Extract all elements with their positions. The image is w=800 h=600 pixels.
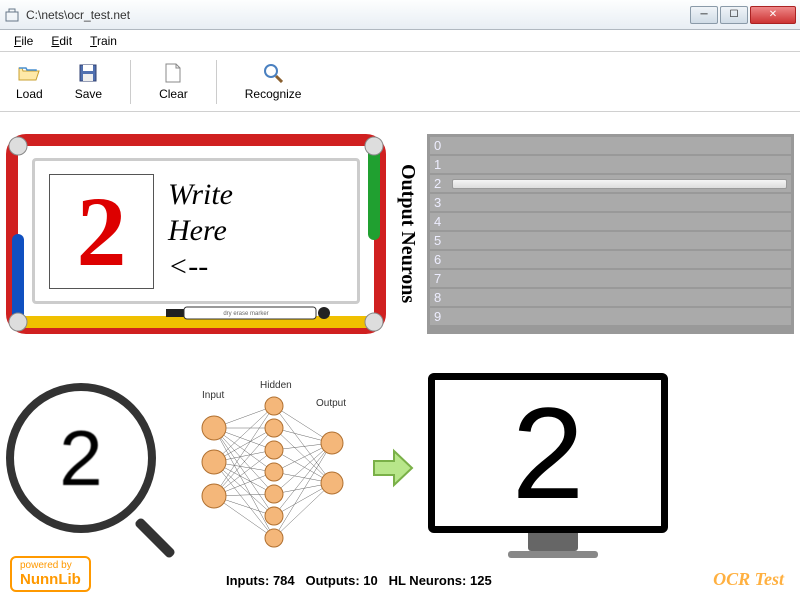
toolbar-separator [130,60,131,104]
neuron-bar [452,293,787,303]
write-here-hint: Write Here <-- [168,177,233,285]
maximize-button[interactable]: ☐ [720,6,748,24]
neuron-bar [452,160,787,170]
neuron-bar [452,141,787,151]
neuron-bar [452,236,787,246]
ocr-test-label: OCR Test [713,569,784,590]
neuron-label: 8 [434,290,446,305]
clear-button[interactable]: Clear [155,59,192,105]
neuron-label: 5 [434,233,446,248]
neuron-bar [452,217,787,227]
menu-train[interactable]: Train [82,32,125,50]
neuron-label: 2 [434,176,446,191]
minimize-button[interactable]: ─ [690,6,718,24]
neuron-row-8: 8 [430,289,791,306]
app-icon [4,7,20,23]
magnified-digit: 2 [59,413,102,504]
save-button[interactable]: Save [71,59,106,105]
neuron-label: 9 [434,309,446,324]
result-monitor: 2 [428,373,678,563]
load-button[interactable]: Load [12,59,47,105]
save-icon [77,63,99,83]
toolbar-separator [216,60,217,104]
result-digit: 2 [512,378,584,528]
recognize-label: Recognize [245,87,302,101]
toolbar: Load Save Clear Recognize [0,52,800,112]
svg-text:dry erase marker: dry erase marker [223,311,268,317]
content-area: 2 Write Here <-- dry erase marker Output… [0,112,800,600]
powered-by-badge: powered by NunnLib [10,556,91,592]
window-title: C:\nets\ocr_test.net [26,8,688,22]
neuron-row-4: 4 [430,213,791,230]
load-label: Load [16,87,43,101]
neuron-row-7: 7 [430,270,791,287]
neuron-row-9: 9 [430,308,791,325]
close-button[interactable]: ✕ [750,6,796,24]
drawing-canvas[interactable]: 2 [49,174,154,289]
output-neurons-panel: 0 1 2 3 4 5 6 7 8 9 [427,134,794,334]
menu-edit[interactable]: Edit [43,32,80,50]
neuron-label: 4 [434,214,446,229]
neural-network-diagram: Input Hidden Output [188,388,358,548]
magnifier-icon [262,63,284,83]
neuron-row-6: 6 [430,251,791,268]
neuron-bar [452,198,787,208]
neuron-bar [452,274,787,284]
recognize-button[interactable]: Recognize [241,59,306,105]
neuron-label: 6 [434,252,446,267]
neuron-label: 3 [434,195,446,210]
save-label: Save [75,87,102,101]
window-titlebar: C:\nets\ocr_test.net ─ ☐ ✕ [0,0,800,30]
neuron-label: 7 [434,271,446,286]
folder-open-icon [18,63,40,83]
neuron-row-1: 1 [430,156,791,173]
arrow-right-icon [370,445,416,491]
whiteboard: 2 Write Here <-- dry erase marker [6,134,386,334]
marker-icon: dry erase marker [166,306,336,320]
menu-bar: File Edit Train [0,30,800,52]
neuron-bar [452,255,787,265]
neuron-label: 0 [434,138,446,153]
neuron-bar [452,312,787,322]
drawn-digit: 2 [77,174,127,289]
new-page-icon [162,63,184,83]
neuron-label: 1 [434,157,446,172]
network-stats: Inputs: 784 Outputs: 10 HL Neurons: 125 [226,573,492,588]
menu-file[interactable]: File [6,32,41,50]
neuron-bar [452,179,787,189]
neuron-row-5: 5 [430,232,791,249]
neuron-row-3: 3 [430,194,791,211]
neuron-row-2: 2 [430,175,791,192]
clear-label: Clear [159,87,188,101]
neuron-row-0: 0 [430,137,791,154]
output-neurons-label: Output Neurons [396,134,419,334]
magnifier-view: 2 [6,383,176,553]
